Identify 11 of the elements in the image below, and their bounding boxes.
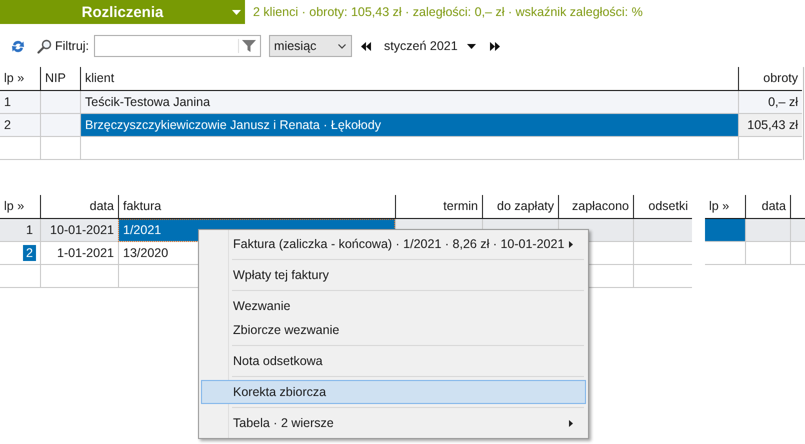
table-cell: 1 — [0, 91, 40, 114]
table-cell: 2 — [0, 114, 40, 137]
table-cell: 2 — [23, 245, 36, 261]
table-cell: 10-01-2021 — [40, 219, 118, 242]
table-cell: 1-01-2021 — [40, 242, 118, 265]
table-cell: 105,43 zł — [738, 114, 802, 137]
table-cell: 0,– zł — [738, 91, 802, 114]
module-title: Rozliczenia — [82, 4, 164, 20]
table-cell-text: 1 — [25, 222, 34, 238]
filter-label: Filtruj: — [55, 39, 90, 53]
summary-text: 2 klienci · obroty: 105,43 zł · zaległości: 0,– zł · wskaźnik zaległości: % — [253, 5, 643, 19]
